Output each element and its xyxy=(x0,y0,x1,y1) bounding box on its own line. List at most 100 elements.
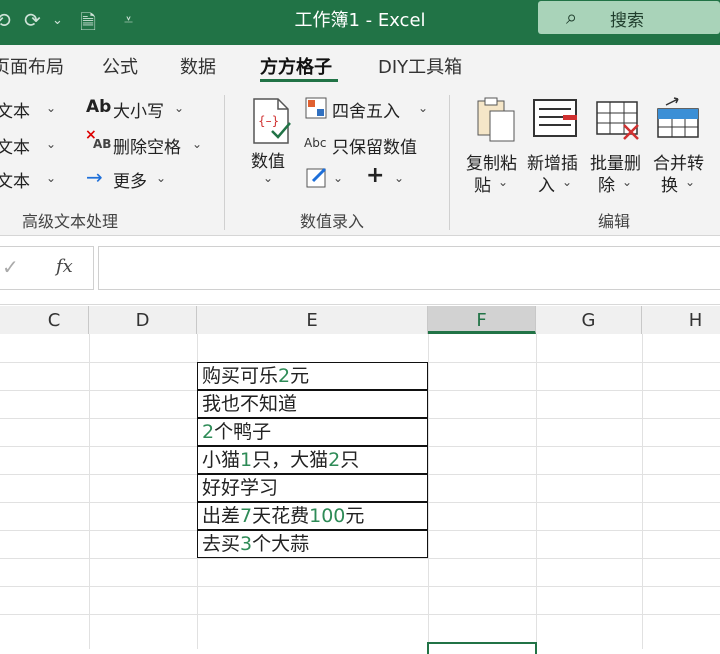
chevron-down-icon[interactable]: ⌄ xyxy=(156,171,166,185)
cell-e[interactable]: 去买3个大蒜 xyxy=(197,530,428,558)
cell-text: 天花费 xyxy=(252,505,310,527)
formula-input[interactable] xyxy=(98,246,720,290)
cell-number-text: 1 xyxy=(240,449,253,471)
gridline xyxy=(642,334,643,649)
column-header-c[interactable]: C xyxy=(0,306,89,334)
text-tool-3[interactable]: 文本 xyxy=(0,167,30,192)
column-header-h[interactable]: H xyxy=(642,306,720,334)
column-header-e[interactable]: E xyxy=(197,306,428,334)
column-header-d[interactable]: D xyxy=(89,306,197,334)
chevron-down-icon[interactable]: ⌄ xyxy=(192,137,202,151)
chevron-down-icon[interactable]: ⌄ xyxy=(562,175,572,189)
cell-text: 我也不知道 xyxy=(202,393,298,415)
chevron-down-icon[interactable]: ⌄ xyxy=(46,171,56,185)
cell-number-text: 3 xyxy=(240,533,253,555)
cell-number-text: 7 xyxy=(240,505,253,527)
case-button[interactable]: 大小写 xyxy=(113,97,164,122)
chevron-down-icon[interactable]: ⌄ xyxy=(333,171,343,185)
worksheet-grid[interactable]: 购买可乐2元 我也不知道 2个鸭子 小猫1只，大猫2只 好好学习 出差7天花费1… xyxy=(0,334,720,654)
insert-function-icon[interactable]: fx xyxy=(56,256,73,277)
cell-e[interactable]: 好好学习 xyxy=(197,474,428,502)
insert-button-line2[interactable]: 入 xyxy=(538,171,555,196)
merge-convert-button-line2[interactable]: 换 xyxy=(661,171,678,196)
chevron-down-icon[interactable]: ⌄ xyxy=(174,101,184,115)
batch-delete-icon xyxy=(596,101,639,140)
cell-text: 元 xyxy=(345,505,365,527)
copy-paste-icon xyxy=(477,97,515,142)
gridline xyxy=(0,586,720,587)
insert-icon xyxy=(533,99,577,137)
cell-text: 出差 xyxy=(202,505,241,527)
keep-value-icon: Abc xyxy=(304,136,327,150)
merge-convert-icon xyxy=(657,97,699,138)
group-label-advanced-text: 高级文本处理 xyxy=(22,212,119,231)
text-tool-2[interactable]: 文本 xyxy=(0,133,30,158)
column-header-f[interactable]: F xyxy=(428,306,536,334)
round-icon xyxy=(305,97,327,119)
formula-tools: ✓ fx xyxy=(0,246,94,290)
cell-e[interactable]: 我也不知道 xyxy=(197,390,428,418)
chevron-down-icon[interactable]: ⌄ xyxy=(418,101,428,115)
gridline xyxy=(0,614,720,615)
batch-delete-button-line2[interactable]: 除 xyxy=(598,171,615,196)
chevron-down-icon[interactable]: ⌄ xyxy=(263,171,273,185)
search-box[interactable]: ⌕ 搜索 xyxy=(538,1,720,34)
cell-text: 小猫 xyxy=(202,449,241,471)
chevron-down-icon[interactable]: ⌄ xyxy=(394,171,404,185)
cell-e[interactable]: 小猫1只，大猫2只 xyxy=(197,446,428,474)
chevron-down-icon[interactable]: ⌄ xyxy=(622,175,632,189)
cell-e[interactable]: 2个鸭子 xyxy=(197,418,428,446)
copy-paste-button-line2[interactable]: 贴 xyxy=(474,171,491,196)
group-separator xyxy=(449,95,450,230)
ribbon-tabs: 页面布局 公式 数据 方方格子 DIY工具箱 xyxy=(0,45,720,87)
chevron-down-icon[interactable]: ⌄ xyxy=(685,175,695,189)
case-icon: Ab xyxy=(86,97,112,117)
enter-check-icon[interactable]: ✓ xyxy=(2,255,19,279)
tab-diy-toolbox[interactable]: DIY工具箱 xyxy=(378,53,462,79)
value-icon: {–} xyxy=(253,98,291,144)
search-label: 搜索 xyxy=(610,11,644,31)
svg-text:{–}: {–} xyxy=(258,114,279,128)
cell-number-text: 2 xyxy=(202,421,215,443)
cell-text: 购买可乐 xyxy=(202,365,279,387)
round-button[interactable]: 四舍五入 xyxy=(332,97,400,122)
cell-text: 只，大猫 xyxy=(252,449,329,471)
group-label-value-entry: 数值录入 xyxy=(300,212,365,231)
keep-value-button[interactable]: 只保留数值 xyxy=(332,133,417,158)
tab-formulas[interactable]: 公式 xyxy=(102,53,138,79)
value-button[interactable]: 数值 xyxy=(251,147,285,172)
cell-number-text: 2 xyxy=(328,449,341,471)
formula-bar: ✓ fx xyxy=(0,236,720,305)
tab-fangfanggezi[interactable]: 方方格子 xyxy=(260,53,332,79)
group-separator xyxy=(224,95,225,230)
column-header-g[interactable]: G xyxy=(536,306,642,334)
active-cell-indicator[interactable] xyxy=(427,642,537,654)
chevron-down-icon[interactable]: ⌄ xyxy=(46,137,56,151)
delete-space-button[interactable]: 删除空格 xyxy=(113,133,181,158)
cell-text: 去买 xyxy=(202,533,241,555)
gridline xyxy=(89,334,90,649)
arrow-right-icon: → xyxy=(86,165,103,189)
chevron-down-icon[interactable]: ⌄ xyxy=(498,175,508,189)
search-icon: ⌕ xyxy=(566,5,578,29)
more-button[interactable]: 更多 xyxy=(113,167,147,192)
chevron-down-icon[interactable]: ⌄ xyxy=(46,101,56,115)
cell-number-text: 100 xyxy=(309,505,346,527)
gridline xyxy=(0,558,720,559)
group-label-edit: 编辑 xyxy=(598,212,631,231)
ribbon: 文本 ⌄ 文本 ⌄ 文本 ⌄ Ab 大小写 ⌄ × AB 删除空格 ⌄ → 更多… xyxy=(0,87,720,236)
tab-page-layout[interactable]: 页面布局 xyxy=(0,53,64,79)
plus-icon[interactable]: + xyxy=(366,163,384,188)
cell-number-text: 2 xyxy=(278,365,291,387)
cell-e[interactable]: 出差7天花费100元 xyxy=(197,502,428,530)
tab-data[interactable]: 数据 xyxy=(180,53,216,79)
cell-text: 好好学习 xyxy=(202,477,279,499)
column-header-row: C D E F G H xyxy=(0,306,720,335)
active-tab-indicator xyxy=(260,79,338,82)
cell-e[interactable]: 购买可乐2元 xyxy=(197,362,428,390)
gridline xyxy=(536,334,537,649)
text-tool-1[interactable]: 文本 xyxy=(0,97,30,122)
edit-icon[interactable] xyxy=(305,165,329,189)
title-bar: ⟲ ⟳ ⌄ 🗎 ⩡ 工作簿1 - Excel ⌕ 搜索 xyxy=(0,0,720,45)
cell-text: 元 xyxy=(290,365,310,387)
